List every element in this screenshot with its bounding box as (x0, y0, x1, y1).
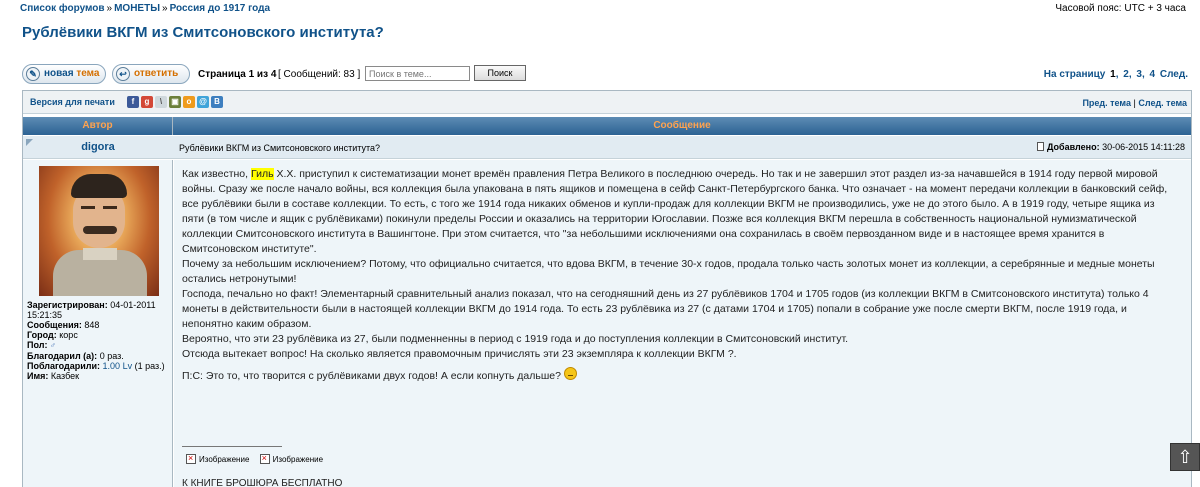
header-message: Сообщение (653, 120, 711, 131)
breadcrumb-coins[interactable]: МОНЕТЫ (114, 3, 160, 14)
prev-topic-link[interactable]: Пред. тема (1082, 98, 1131, 108)
table-header: Автор Сообщение (23, 117, 1191, 135)
post-paragraph: Почему за небольшим исключением? Потому,… (182, 258, 1155, 285)
profile-name: Казбек (50, 371, 80, 381)
page-info: Страница 1 из 4 (198, 69, 277, 80)
post-paragraph: П:С: Это то, что творится с рублёвиками … (182, 367, 1170, 384)
broken-image-icon (186, 453, 196, 464)
vk-icon[interactable]: ▣ (169, 96, 181, 108)
signature-image-1[interactable]: Изображение (186, 453, 249, 464)
mailru-icon[interactable]: @ (197, 96, 209, 108)
profile-city: корс (59, 330, 78, 340)
scroll-top-button[interactable]: ⇧ (1170, 443, 1200, 471)
breadcrumb-separator: » (106, 3, 113, 14)
pagination: На страницу 1, 2, 3, 4 След. (1043, 69, 1188, 80)
avatar (39, 166, 159, 296)
author-profile-column: Зарегистрирован: 04-01-2011 15:21:35 Соо… (23, 160, 173, 487)
pencil-icon: ✎ (26, 67, 40, 81)
post-subject[interactable]: Рублёвики ВКГМ из Смитсоновского институ… (179, 143, 380, 153)
profile-thanked: 0 раз. (99, 351, 124, 361)
signature-text: К КНИГЕ БРОШЮРА БЕСПЛАТНО (182, 478, 343, 487)
twitter-icon[interactable]: \ (155, 96, 167, 108)
search-input[interactable] (365, 66, 470, 81)
print-version-link[interactable]: Версия для печати (30, 97, 115, 107)
author-profile: Зарегистрирован: 04-01-2011 15:21:35 Соо… (27, 300, 165, 381)
post-paragraph: Господа, печально но факт! Элементарный … (182, 288, 1149, 330)
new-topic-button[interactable]: ✎ новая тема (22, 64, 106, 84)
next-page-link[interactable]: След. (1160, 69, 1188, 80)
page-title[interactable]: Рублёвики ВКГМ из Смитсоновского институ… (22, 24, 384, 41)
breadcrumb-separator: » (162, 3, 168, 14)
breadcrumb: Список форумов» МОНЕТЫ» Россия до 1917 год… (20, 3, 1190, 17)
header-author: Автор (23, 117, 173, 135)
page-1: 1 (1110, 69, 1116, 80)
post-paragraph: Вероятно, что эти 23 рублёвика из 27, бы… (182, 333, 849, 345)
page-4[interactable]: 4 (1150, 69, 1156, 80)
post-header: digora Рублёвики ВКГМ из Смитсоновского … (23, 136, 1191, 159)
odnoklassniki-icon[interactable]: о (183, 96, 195, 108)
topic-nav: Пред. тема | След. тема (1082, 98, 1187, 108)
googleplus-icon[interactable]: g (141, 96, 153, 108)
post-body: Как известно, Гиль Х.Х. приступил к сист… (182, 167, 1170, 384)
male-icon: ♂ (49, 341, 56, 350)
signature-images: Изображение Изображение (186, 453, 331, 464)
topic-table: Версия для печати f g \ ▣ о @ B Пред. тема | С… (22, 90, 1192, 487)
post-doc-icon[interactable] (1037, 142, 1045, 151)
search-button[interactable]: Поиск (474, 65, 526, 81)
post-paragraph: Как известно, Гиль Х.Х. приступил к сист… (182, 168, 1168, 255)
print-row: Версия для печати f g \ ▣ о @ B Пред. тема | С… (23, 90, 1191, 114)
highlighted-word: Гиль (250, 168, 274, 180)
post-author[interactable]: digora (23, 141, 173, 153)
posts-count: [ Сообщений: 83 ] (278, 69, 361, 80)
page-3[interactable]: 3 (1136, 69, 1142, 80)
profile-thanked-by-link[interactable]: 1.00 Lv (103, 361, 133, 371)
pagination-label: На страницу (1043, 69, 1106, 80)
share-icons: f g \ ▣ о @ B (127, 96, 225, 109)
post-message-column: Как известно, Гиль Х.Х. приступил к сист… (174, 160, 1191, 487)
breadcrumb-russia-before-1917[interactable]: Россия до 1917 года (170, 3, 270, 14)
reply-icon: ↩ (116, 67, 130, 81)
profile-posts: 848 (84, 320, 100, 330)
broken-image-icon (259, 453, 270, 464)
reply-button[interactable]: ↩ ответить (112, 64, 190, 84)
topic-toolbar: ✎ новая тема ↩ ответить Страница 1 из 4 [ … (22, 63, 1190, 85)
timezone-label: Часовой пояс: UTC + 3 часа (1055, 3, 1186, 14)
next-topic-link[interactable]: След. тема (1138, 98, 1187, 108)
page-2[interactable]: 2 (1123, 69, 1129, 80)
facebook-icon[interactable]: f (127, 96, 139, 108)
post-paragraph: Отсюда вытекает вопрос! На сколько являе… (182, 348, 737, 360)
signature-image-2[interactable]: Изображение (259, 453, 323, 464)
livejournal-icon[interactable]: B (211, 96, 223, 108)
post-date: Добавлено: 30-06-2015 14:11:28 (1037, 142, 1185, 152)
signature-divider (182, 446, 282, 447)
breadcrumb-forum-index[interactable]: Список форумов (20, 3, 105, 14)
smiley-icon (563, 367, 577, 380)
